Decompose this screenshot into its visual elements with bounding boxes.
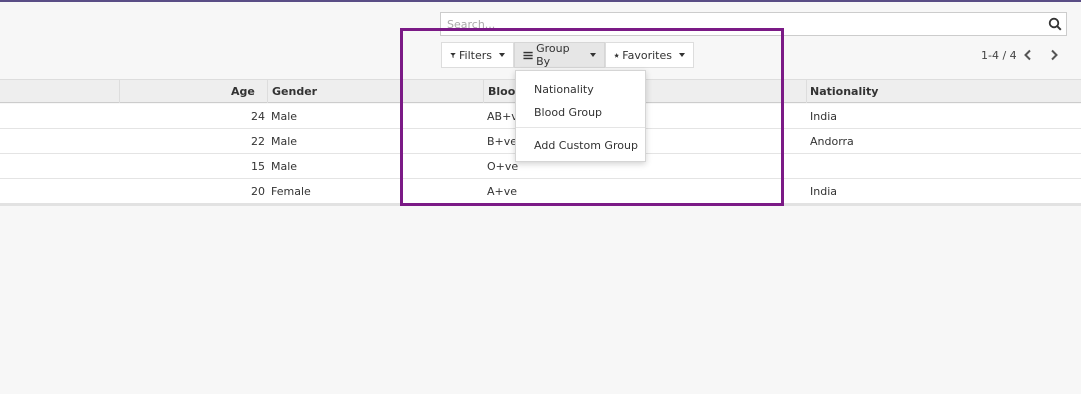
cell-blood-group: A+ve: [487, 185, 518, 198]
column-header-age[interactable]: Age: [231, 85, 255, 98]
table-row[interactable]: 20 Female A+ve India: [0, 179, 1081, 204]
cell-blood-group: B+ve: [487, 135, 518, 148]
group-by-button[interactable]: Group By: [514, 42, 605, 68]
star-icon: [614, 52, 620, 58]
chevron-down-icon: [679, 53, 685, 57]
filters-button[interactable]: Filters: [441, 42, 514, 68]
menu-item-add-custom-group[interactable]: Add Custom Group: [534, 139, 638, 152]
table-bottom-border: [0, 203, 1081, 206]
search-icon[interactable]: [1048, 17, 1062, 31]
search-box[interactable]: [440, 12, 1067, 36]
pager-value: 1-4 / 4: [981, 49, 1017, 62]
filter-icon: [450, 52, 456, 58]
cell-nationality: Andorra: [810, 135, 854, 148]
top-bar-line: [0, 0, 1081, 2]
cell-age: 24: [251, 110, 265, 123]
cell-blood-group: O+ve: [487, 160, 519, 173]
cell-nationality: India: [810, 185, 837, 198]
column-divider: [806, 80, 807, 103]
favorites-label: Favorites: [622, 48, 672, 62]
column-header-gender[interactable]: Gender: [272, 85, 317, 98]
cell-gender: Female: [271, 185, 311, 198]
menu-divider: [516, 127, 645, 128]
pager-next-button[interactable]: [1047, 46, 1061, 64]
menu-item-nationality[interactable]: Nationality: [534, 83, 594, 96]
chevron-left-icon: [1024, 49, 1031, 61]
favorites-button[interactable]: Favorites: [605, 42, 694, 68]
menu-item-blood-group[interactable]: Blood Group: [534, 106, 602, 119]
chevron-down-icon: [590, 53, 596, 57]
column-divider: [119, 80, 120, 103]
chevron-down-icon: [499, 53, 505, 57]
cell-age: 15: [251, 160, 265, 173]
column-divider: [483, 80, 484, 103]
column-header-nationality[interactable]: Nationality: [810, 85, 878, 98]
pager-previous-button[interactable]: [1021, 46, 1035, 64]
group-by-label: Group By: [536, 42, 570, 68]
cell-age: 22: [251, 135, 265, 148]
list-icon: [523, 51, 533, 59]
filters-label: Filters: [459, 48, 492, 62]
cell-nationality: India: [810, 110, 837, 123]
cell-age: 20: [251, 185, 265, 198]
search-input[interactable]: [447, 16, 1037, 32]
group-by-menu: Nationality Blood Group Add Custom Group: [515, 70, 646, 162]
chevron-right-icon: [1051, 49, 1058, 61]
column-divider: [267, 80, 268, 103]
cell-gender: Male: [271, 110, 298, 123]
cell-gender: Male: [271, 135, 298, 148]
cell-gender: Male: [271, 160, 298, 173]
